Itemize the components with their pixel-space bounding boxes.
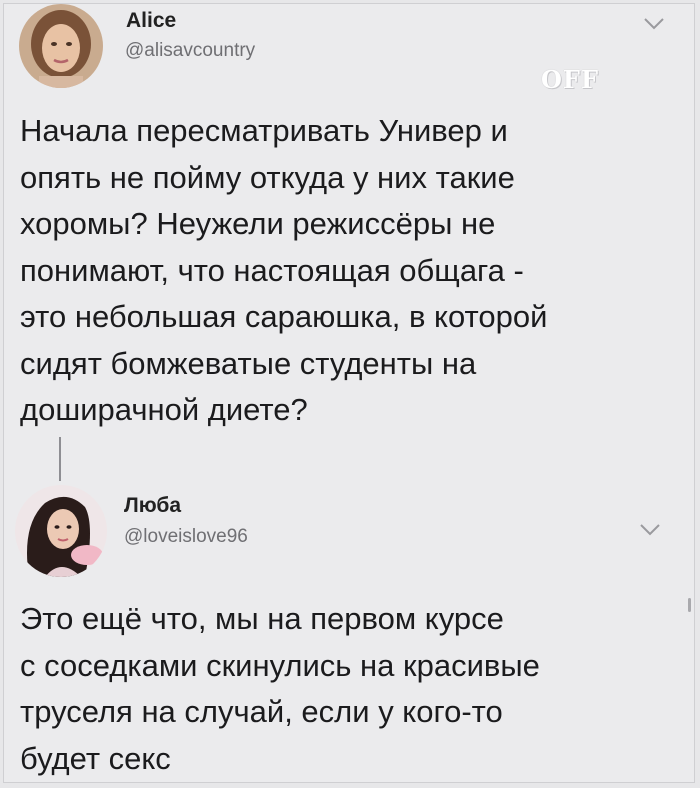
tweet-text: Начала пересматривать Универ и опять не … bbox=[20, 113, 548, 427]
thread-connector bbox=[59, 437, 61, 481]
avatar[interactable] bbox=[19, 4, 103, 88]
author-name[interactable]: Alice bbox=[126, 9, 176, 33]
author-handle[interactable]: @loveislove96 bbox=[124, 526, 248, 548]
user-avatar-icon bbox=[19, 4, 103, 88]
chevron-down-icon[interactable] bbox=[639, 523, 661, 537]
author-handle[interactable]: @alisavcountry bbox=[125, 40, 255, 62]
chevron-down-icon[interactable] bbox=[643, 17, 665, 31]
user-avatar-icon bbox=[15, 485, 107, 577]
watermark: OFF bbox=[541, 65, 599, 94]
author-name[interactable]: Люба bbox=[124, 494, 181, 518]
tweet-text: Это ещё что, мы на первом курсе с соседк… bbox=[20, 601, 540, 776]
scrollbar[interactable] bbox=[688, 598, 691, 612]
avatar[interactable] bbox=[15, 485, 107, 577]
